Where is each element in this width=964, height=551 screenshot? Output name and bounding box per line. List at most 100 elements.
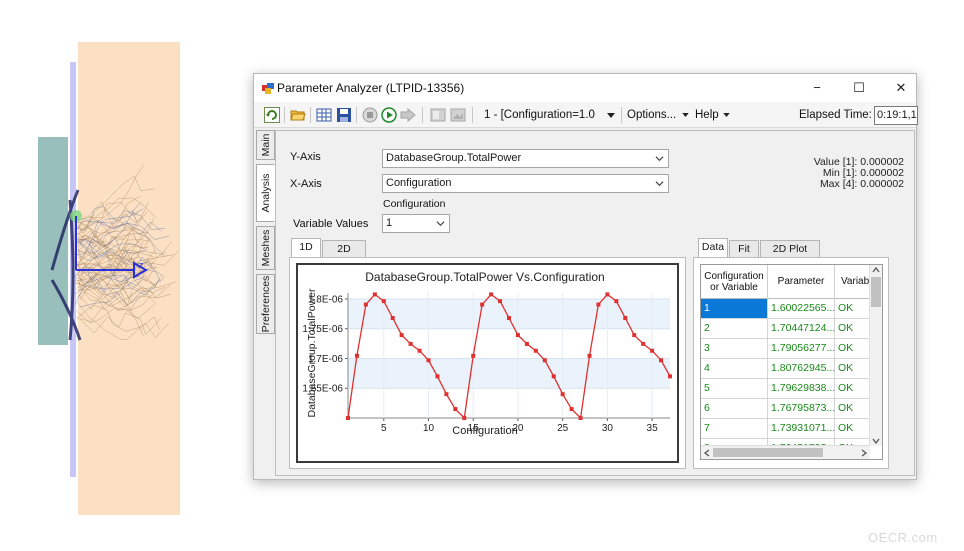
tab-2d-plot[interactable]: 2D Plot	[760, 240, 820, 258]
table-icon[interactable]	[316, 107, 332, 123]
row-index-cell[interactable]: 1	[701, 299, 768, 319]
play-icon[interactable]	[381, 107, 397, 123]
parameter-cell[interactable]: 1.79056277...	[768, 339, 835, 359]
x-tick-label: 30	[602, 423, 614, 434]
close-button[interactable]: ✕	[886, 78, 916, 98]
parameter-cell[interactable]: 1.79629838...	[768, 379, 835, 399]
row-index-cell[interactable]: 6	[701, 399, 768, 419]
data-point	[569, 407, 574, 412]
parameter-cell[interactable]: 1.73931071...	[768, 419, 835, 439]
data-point	[623, 316, 628, 320]
caret-down-icon[interactable]	[682, 113, 689, 117]
x-axis-dropdown[interactable]: Configuration	[382, 174, 669, 193]
tab-1d[interactable]: 1D	[291, 238, 321, 258]
viewport-canvas: z	[38, 42, 181, 515]
x-tick-label: 25	[557, 423, 569, 434]
parameter-cell[interactable]: 1.70447124...	[768, 319, 835, 339]
data-point	[614, 299, 619, 304]
parameter-cell[interactable]: 1.76795873...	[768, 399, 835, 419]
status-cell[interactable]: OK	[835, 419, 870, 439]
status-cell[interactable]: OK	[835, 359, 870, 379]
tab-preferences[interactable]: Preferences	[256, 274, 275, 334]
data-point	[363, 302, 368, 307]
y-axis-label: Y-Axis	[290, 151, 321, 163]
data-point	[346, 416, 350, 420]
export-icon[interactable]	[430, 107, 446, 123]
data-grid-panel: Configuration or Variable Parameter Vari…	[693, 257, 889, 469]
tab-meshes[interactable]: Meshes	[256, 226, 275, 270]
chevron-down-icon	[436, 221, 445, 227]
step-forward-icon[interactable]	[400, 107, 416, 123]
minimize-button[interactable]: −	[802, 78, 832, 98]
scroll-right-icon[interactable]	[861, 449, 867, 457]
parameter-cell[interactable]: 1.80762945...	[768, 359, 835, 379]
z-axis-label: z	[139, 260, 144, 270]
line-chart[interactable]: DatabaseGroup.TotalPower Vs.Configuratio…	[290, 258, 685, 468]
scrollbar-thumb[interactable]	[871, 277, 881, 307]
elapsed-time-field[interactable]: 0:19:1,14	[874, 106, 918, 125]
horizontal-scrollbar[interactable]	[701, 445, 870, 459]
tab-analysis[interactable]: Analysis	[256, 164, 275, 222]
configuration-dropdown[interactable]: 1 - [Configuration=1.0	[484, 106, 595, 124]
save-icon[interactable]	[336, 107, 352, 123]
parameter-analyzer-window: Parameter Analyzer (LTPID-13356) − ☐ ✕ 1…	[253, 73, 918, 480]
status-cell[interactable]: OK	[835, 399, 870, 419]
tab-main[interactable]: Main	[256, 130, 275, 160]
caret-down-icon[interactable]	[723, 113, 730, 117]
x-tick-label: 5	[381, 423, 387, 434]
grid-band	[348, 358, 670, 389]
column-header-configuration[interactable]: Configuration or Variable	[701, 265, 768, 299]
row-index-cell[interactable]: 3	[701, 339, 768, 359]
component-block	[38, 137, 68, 345]
data-point	[605, 292, 610, 297]
row-index-cell[interactable]: 4	[701, 359, 768, 379]
maximize-button[interactable]: ☐	[844, 78, 874, 98]
data-grid[interactable]: Configuration or Variable Parameter Vari…	[700, 264, 883, 460]
variable-values-dropdown[interactable]: 1	[382, 214, 450, 233]
image-icon[interactable]	[450, 107, 466, 123]
tab-2d[interactable]: 2D	[322, 240, 366, 258]
stop-icon[interactable]	[362, 107, 378, 123]
row-index-cell[interactable]: 2	[701, 319, 768, 339]
window-title: Parameter Analyzer (LTPID-13356)	[277, 81, 465, 95]
status-cell[interactable]: OK	[835, 379, 870, 399]
y-axis-title: DatabaseGroup.TotalPower	[306, 288, 318, 417]
column-header-variable[interactable]: Variab	[835, 265, 870, 299]
row-index-cell[interactable]: 5	[701, 379, 768, 399]
tab-fit[interactable]: Fit	[729, 240, 759, 258]
caret-down-icon[interactable]	[607, 113, 615, 118]
toolbar-separator	[356, 107, 357, 123]
variable-values-label: Variable Values	[293, 218, 369, 230]
data-point	[533, 348, 538, 353]
help-menu[interactable]: Help	[695, 106, 719, 124]
refresh-icon[interactable]	[264, 107, 280, 123]
max-readout: Max [4]: 0.000002	[819, 178, 904, 190]
scroll-up-icon[interactable]	[872, 267, 880, 273]
open-folder-icon[interactable]	[290, 107, 306, 123]
scroll-down-icon[interactable]	[872, 438, 880, 444]
elapsed-time-label: Elapsed Time:	[799, 109, 872, 121]
status-cell[interactable]: OK	[835, 319, 870, 339]
status-cell[interactable]: OK	[835, 299, 870, 319]
options-menu[interactable]: Options...	[627, 106, 676, 124]
parameter-cell[interactable]: 1.60022565...	[768, 299, 835, 319]
chart-title: DatabaseGroup.TotalPower Vs.Configuratio…	[365, 270, 604, 284]
3d-viewport[interactable]: z	[30, 40, 190, 520]
x-tick-label: 35	[647, 423, 659, 434]
data-point	[399, 333, 404, 338]
tab-data[interactable]: Data	[698, 238, 728, 258]
row-index-cell[interactable]: 7	[701, 419, 768, 439]
data-point	[498, 299, 503, 304]
data-point	[641, 341, 646, 346]
y-axis-dropdown[interactable]: DatabaseGroup.TotalPower	[382, 149, 669, 168]
data-point	[659, 358, 664, 363]
data-point	[444, 392, 449, 397]
scrollbar-thumb[interactable]	[713, 448, 823, 457]
data-point	[354, 353, 359, 358]
data-point	[578, 416, 583, 420]
status-cell[interactable]: OK	[835, 339, 870, 359]
column-header-parameter[interactable]: Parameter	[768, 265, 835, 299]
scroll-left-icon[interactable]	[704, 449, 710, 457]
title-bar[interactable]: Parameter Analyzer (LTPID-13356) − ☐ ✕	[254, 74, 916, 102]
vertical-scrollbar[interactable]	[869, 265, 882, 446]
